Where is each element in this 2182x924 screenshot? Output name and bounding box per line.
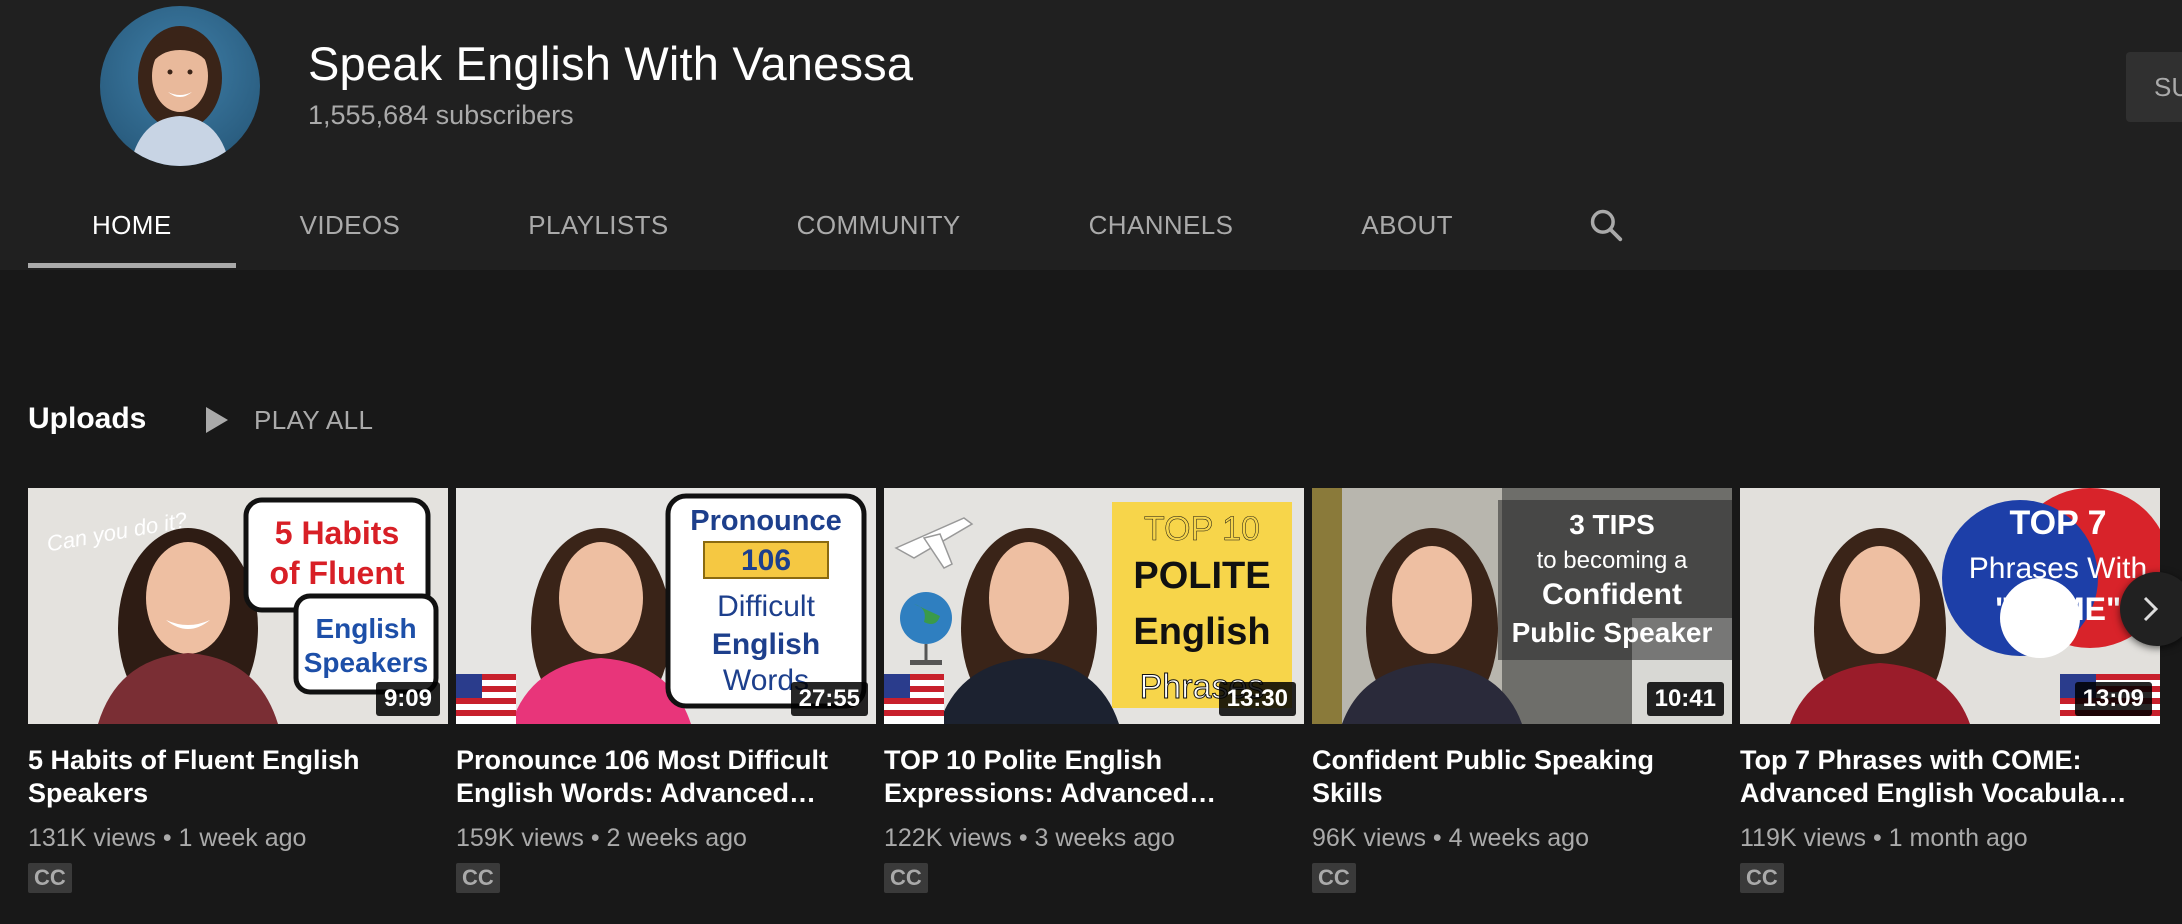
upload-age: 2 weeks ago [606,824,747,852]
video-card[interactable]: TOP 7 Phrases With "COME" 13:09 Top 7 Ph… [1740,488,2160,893]
meta-separator: • [162,824,172,852]
channel-tabs: HOME VIDEOS PLAYLISTS COMMUNITY CHANNELS… [28,180,1665,270]
svg-text:English: English [712,628,820,661]
tab-playlists[interactable]: PLAYLISTS [464,180,732,270]
tab-home[interactable]: HOME [28,180,236,270]
svg-text:Phrases With: Phrases With [1969,552,2147,585]
video-card[interactable]: Can you do it? 5 Habits of Fluent Englis… [28,488,448,893]
upload-age: 1 month ago [1888,824,2028,852]
video-shelf: Can you do it? 5 Habits of Fluent Englis… [28,488,2160,893]
video-card[interactable]: 3 TIPS to becoming a Confident Public Sp… [1312,488,1732,893]
play-all-button[interactable]: PLAY ALL [204,400,373,440]
svg-text:to becoming a: to becoming a [1537,547,1688,574]
cc-badge: CC [456,863,500,893]
video-meta: 159K views • 2 weeks ago [456,824,876,853]
chevron-right-icon [2143,596,2159,622]
us-flag-icon [456,674,516,724]
play-all-label: PLAY ALL [254,404,374,435]
view-count: 159K views [456,824,584,852]
video-meta: 119K views • 1 month ago [1740,824,2160,853]
cc-badge: CC [28,863,72,893]
us-flag-icon [884,674,944,724]
cc-badge: CC [884,863,928,893]
channel-search-button[interactable] [1517,180,1665,270]
tab-community[interactable]: COMMUNITY [733,180,1025,270]
svg-text:Confident: Confident [1542,578,1682,611]
video-duration: 13:09 [2074,682,2152,716]
svg-text:English: English [315,613,416,644]
video-title[interactable]: Top 7 Phrases with COME: Advanced Englis… [1740,744,2160,810]
video-title[interactable]: Pronounce 106 Most Difficult English Wor… [456,744,876,810]
meta-separator: • [1018,824,1028,852]
video-thumbnail[interactable]: TOP 10 POLITE English Phrases 13:30 [884,488,1304,724]
video-duration: 9:09 [375,682,440,716]
search-icon [1590,209,1623,242]
svg-text:TOP 7: TOP 7 [2009,504,2106,542]
tab-channels[interactable]: CHANNELS [1025,180,1298,270]
video-meta: 131K views • 1 week ago [28,824,448,853]
video-title[interactable]: Confident Public Speaking Skills [1312,744,1732,810]
subscriber-count: 1,555,684 subscribers [308,100,574,130]
video-thumbnail[interactable]: 3 TIPS to becoming a Confident Public Sp… [1312,488,1732,724]
svg-text:"COME": "COME" [1995,591,2121,627]
avatar-portrait [130,26,230,166]
view-count: 96K views [1312,824,1426,852]
video-duration: 13:30 [1218,682,1296,716]
video-duration: 27:55 [790,682,868,716]
video-card[interactable]: TOP 10 POLITE English Phrases 13:30 TOP … [884,488,1304,893]
upload-age: 1 week ago [178,824,307,852]
svg-text:of Fluent: of Fluent [269,555,404,591]
svg-text:TOP 10: TOP 10 [1144,510,1260,548]
video-title[interactable]: 5 Habits of Fluent English Speakers [28,744,448,810]
video-thumbnail[interactable]: Pronounce 106 Difficult English Words 27… [456,488,876,724]
subscribe-button[interactable]: SU [2126,52,2182,122]
svg-text:Speakers: Speakers [304,647,429,678]
video-thumbnail[interactable]: TOP 7 Phrases With "COME" 13:09 [1740,488,2160,724]
cc-badge: CC [1312,863,1356,893]
svg-text:English: English [1133,611,1270,653]
svg-text:5 Habits: 5 Habits [275,515,399,551]
cc-badge: CC [1740,863,1784,893]
svg-text:Difficult: Difficult [717,590,815,623]
meta-separator: • [1432,824,1442,852]
svg-text:Pronounce: Pronounce [690,505,841,537]
video-meta: 122K views • 3 weeks ago [884,824,1304,853]
meta-separator: • [1872,824,1882,852]
view-count: 119K views [1740,824,1866,852]
play-icon [206,407,228,433]
view-count: 122K views [884,824,1012,852]
video-title[interactable]: TOP 10 Polite English Expressions: Advan… [884,744,1304,810]
section-title[interactable]: Uploads [28,402,146,436]
video-duration: 10:41 [1646,682,1724,716]
tab-about[interactable]: ABOUT [1297,180,1517,270]
channel-avatar[interactable] [100,6,260,166]
view-count: 131K views [28,824,156,852]
svg-text:POLITE: POLITE [1133,555,1270,597]
upload-age: 4 weeks ago [1448,824,1589,852]
video-card[interactable]: Pronounce 106 Difficult English Words 27… [456,488,876,893]
channel-name[interactable]: Speak English With Vanessa [308,36,913,91]
tab-videos[interactable]: VIDEOS [236,180,465,270]
svg-text:3 TIPS: 3 TIPS [1569,509,1655,540]
upload-age: 3 weeks ago [1034,824,1175,852]
video-thumbnail[interactable]: Can you do it? 5 Habits of Fluent Englis… [28,488,448,724]
svg-text:106: 106 [741,544,791,577]
video-meta: 96K views • 4 weeks ago [1312,824,1732,853]
meta-separator: • [590,824,600,852]
svg-text:Public Speaker: Public Speaker [1512,617,1713,648]
channel-header: Speak English With Vanessa 1,555,684 sub… [0,0,2182,270]
